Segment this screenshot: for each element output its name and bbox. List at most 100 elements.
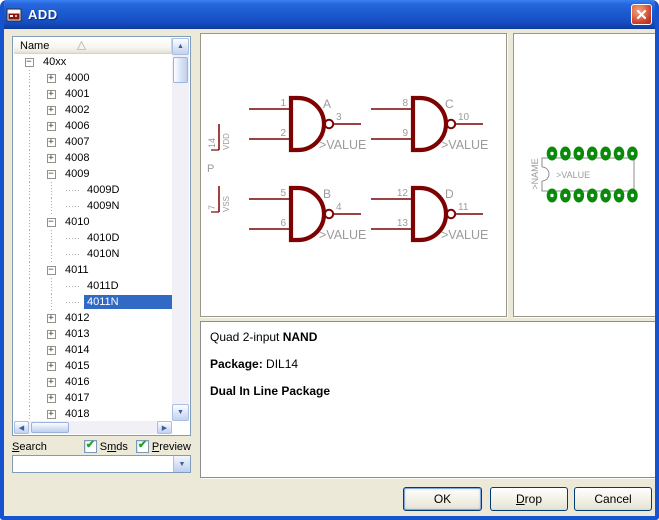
tree-expander: − xyxy=(40,262,62,278)
tree-item-label: 4014 xyxy=(62,343,92,357)
tree-item-4017[interactable]: +4017 xyxy=(14,390,172,406)
tree-guide xyxy=(40,294,62,310)
tree-guide xyxy=(18,86,40,102)
tree-leaf-connector xyxy=(62,246,84,262)
ok-button[interactable]: OK xyxy=(403,487,482,511)
tree-expander: + xyxy=(40,342,62,358)
tree-item-4009n[interactable]: 4009N xyxy=(14,198,172,214)
tree-item-4012[interactable]: +4012 xyxy=(14,310,172,326)
svg-text:8: 8 xyxy=(402,98,408,109)
svg-text:>VALUE: >VALUE xyxy=(441,138,488,152)
tree-guide xyxy=(18,390,40,406)
pad xyxy=(614,147,625,161)
tree-item-4011[interactable]: −4011 xyxy=(14,262,172,278)
tree-leaf-connector xyxy=(62,230,84,246)
tree-guide xyxy=(18,230,40,246)
nand-symbol-drawing: A312>VALUEC1089>VALUEB456>VALUED111213>V… xyxy=(201,34,506,316)
expand-icon[interactable]: + xyxy=(47,378,56,387)
tree-item-label: 4011N xyxy=(84,295,172,309)
expand-icon[interactable]: + xyxy=(47,154,56,163)
scroll-down-icon[interactable]: ▼ xyxy=(172,404,189,421)
expand-icon[interactable]: + xyxy=(47,330,56,339)
tree-item-4009[interactable]: −4009 xyxy=(14,166,172,182)
expand-icon[interactable]: + xyxy=(47,362,56,371)
expand-icon[interactable]: + xyxy=(47,90,56,99)
tree-item-4010n[interactable]: 4010N xyxy=(14,246,172,262)
expand-icon[interactable]: + xyxy=(47,314,56,323)
vertical-scroll-thumb[interactable] xyxy=(173,57,188,83)
svg-text:2: 2 xyxy=(280,128,286,139)
tree-item-4016[interactable]: +4016 xyxy=(14,374,172,390)
search-input[interactable] xyxy=(13,456,173,472)
tree-item-4007[interactable]: +4007 xyxy=(14,134,172,150)
tree-item-4010d[interactable]: 4010D xyxy=(14,230,172,246)
tree-item-4018[interactable]: +4018 xyxy=(14,406,172,421)
tree-item-4010[interactable]: −4010 xyxy=(14,214,172,230)
expand-icon[interactable]: + xyxy=(47,106,56,115)
svg-text:13: 13 xyxy=(397,218,409,229)
pad xyxy=(547,147,558,161)
tree-vertical-scrollbar[interactable]: ▲ ▼ xyxy=(172,38,189,421)
nand-gate-c: C1089>VALUE xyxy=(371,97,488,152)
cancel-button[interactable]: Cancel xyxy=(574,487,652,511)
tree-item-4008[interactable]: +4008 xyxy=(14,150,172,166)
expand-icon[interactable]: + xyxy=(47,394,56,403)
preview-checkbox[interactable]: ✔ Preview xyxy=(136,440,191,453)
tree-item-4009d[interactable]: 4009D xyxy=(14,182,172,198)
drop-button[interactable]: Drop xyxy=(490,487,568,511)
cancel-button-label: Cancel xyxy=(594,492,631,506)
tree-item-4011n[interactable]: 4011N xyxy=(14,294,172,310)
tree-guide xyxy=(18,214,40,230)
scroll-left-icon[interactable]: ◀ xyxy=(14,421,29,434)
svg-text:D: D xyxy=(445,187,454,201)
collapse-icon[interactable]: − xyxy=(47,170,56,179)
scroll-right-icon[interactable]: ▶ xyxy=(157,421,172,434)
tree-header-label: Name xyxy=(20,40,49,52)
collapse-icon[interactable]: − xyxy=(47,218,56,227)
tree-item-4011d[interactable]: 4011D xyxy=(14,278,172,294)
tree-expander: + xyxy=(40,102,62,118)
checkbox-checked-icon: ✔ xyxy=(136,440,149,453)
tree-item-40xx[interactable]: −40xx xyxy=(14,54,172,70)
expand-icon[interactable]: + xyxy=(47,138,56,147)
tree-expander: + xyxy=(40,70,62,86)
search-combobox[interactable]: ▼ xyxy=(12,455,191,473)
svg-text:4: 4 xyxy=(336,202,342,213)
tree-item-4000[interactable]: +4000 xyxy=(14,70,172,86)
svg-text:14: 14 xyxy=(207,138,217,148)
tree-guide xyxy=(18,246,40,262)
horizontal-scroll-thumb[interactable] xyxy=(31,422,69,433)
expand-icon[interactable]: + xyxy=(47,122,56,131)
dialog-client-area: Name −40xx+4000+4001+4002+4006+4007+4008… xyxy=(4,29,655,516)
description-line: Quad 2-input NAND xyxy=(210,330,646,344)
sort-ascending-icon xyxy=(77,41,86,50)
svg-text:9: 9 xyxy=(402,128,408,139)
tree-column-header-name[interactable]: Name xyxy=(14,38,172,54)
nand-gate-b: B456>VALUE xyxy=(249,187,366,242)
tree-item-label: 4012 xyxy=(62,311,92,325)
tree-leaf-connector xyxy=(62,198,84,214)
collapse-icon[interactable]: − xyxy=(25,58,34,67)
tree-guide xyxy=(18,342,40,358)
tree-item-4002[interactable]: +4002 xyxy=(14,102,172,118)
tree-item-4015[interactable]: +4015 xyxy=(14,358,172,374)
collapse-icon[interactable]: − xyxy=(47,266,56,275)
tree-item-4013[interactable]: +4013 xyxy=(14,326,172,342)
tree-item-label: 4011D xyxy=(84,279,122,293)
tree-item-4006[interactable]: +4006 xyxy=(14,118,172,134)
tree-expander: + xyxy=(40,374,62,390)
tree-item-4014[interactable]: +4014 xyxy=(14,342,172,358)
combo-dropdown-button[interactable]: ▼ xyxy=(173,456,190,472)
titlebar[interactable]: ADD xyxy=(0,0,659,29)
scroll-up-icon[interactable]: ▲ xyxy=(172,38,189,55)
tree-expander: + xyxy=(40,150,62,166)
tree-item-4001[interactable]: +4001 xyxy=(14,86,172,102)
tree-horizontal-scrollbar[interactable]: ◀ ▶ xyxy=(14,421,172,434)
expand-icon[interactable]: + xyxy=(47,410,56,419)
smds-checkbox[interactable]: ✔ Smds xyxy=(84,440,128,453)
expand-icon[interactable]: + xyxy=(47,346,56,355)
tree-guide xyxy=(18,198,40,214)
expand-icon[interactable]: + xyxy=(47,74,56,83)
close-button[interactable] xyxy=(631,4,652,25)
tree-body: −40xx+4000+4001+4002+4006+4007+4008−4009… xyxy=(14,54,172,421)
